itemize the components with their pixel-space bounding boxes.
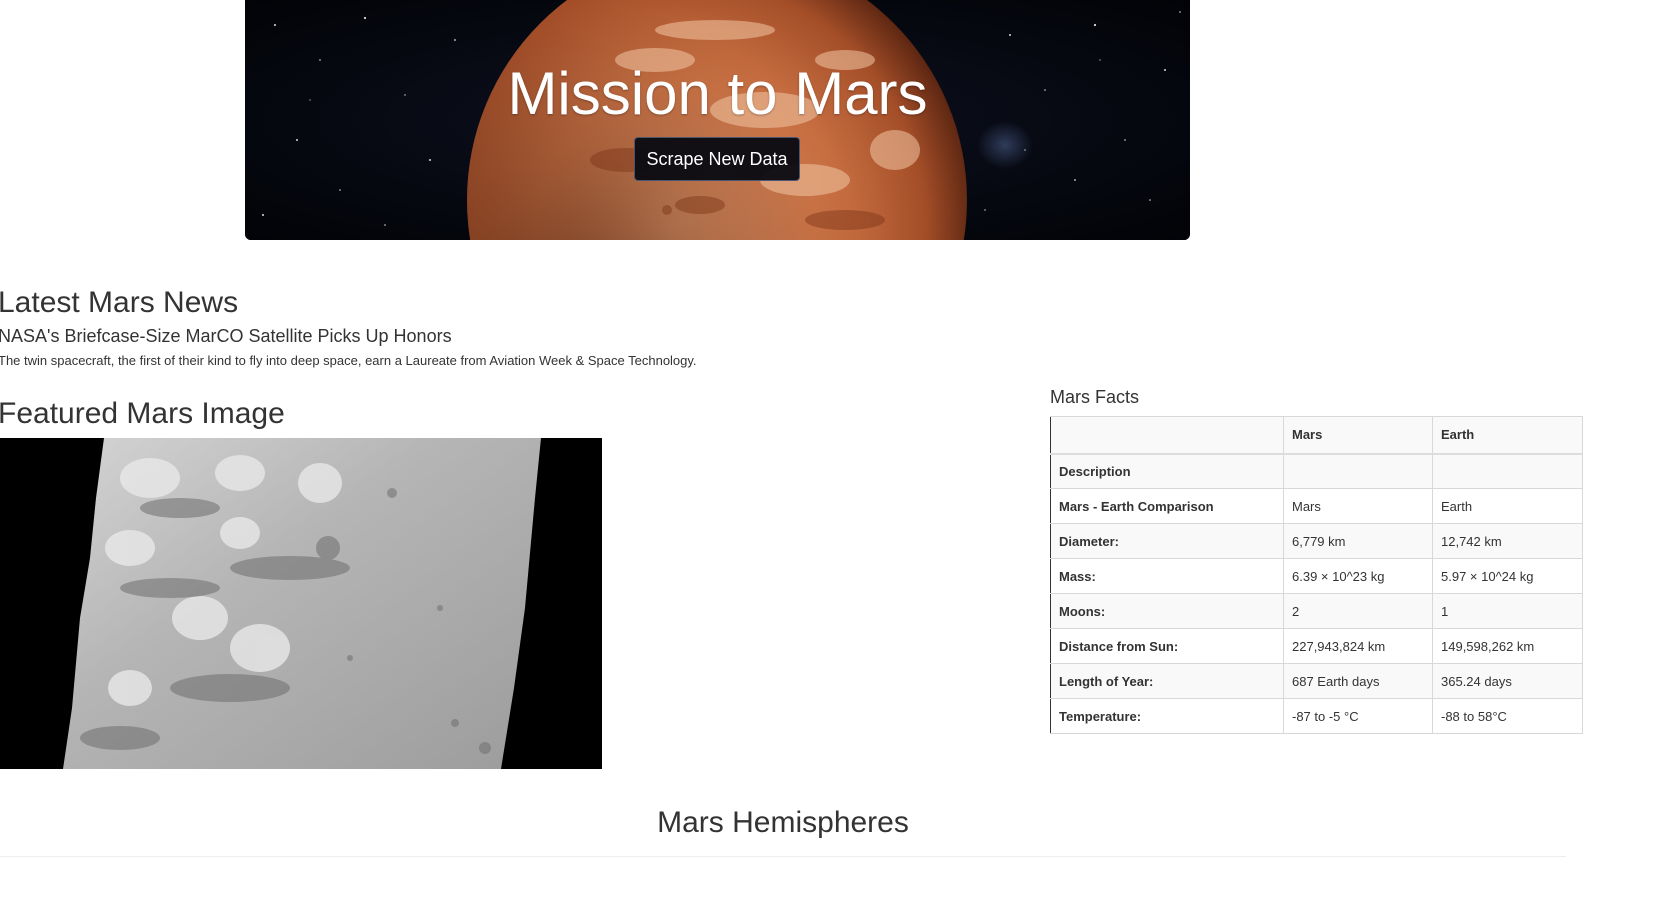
row-label: Diameter: — [1050, 523, 1284, 559]
divider — [0, 856, 1566, 857]
mars-value: 2 — [1283, 593, 1433, 629]
row-label: Description — [1050, 453, 1284, 489]
column-header — [1050, 416, 1284, 455]
earth-value: 1 — [1432, 593, 1583, 629]
mars-value: Mars — [1283, 488, 1433, 524]
mars-value: -87 to -5 °C — [1283, 698, 1433, 734]
hero-banner: Mission to Mars Scrape New Data — [245, 0, 1190, 240]
earth-value — [1432, 453, 1583, 489]
earth-value: 12,742 km — [1432, 523, 1583, 559]
mars-value: 687 Earth days — [1283, 663, 1433, 699]
earth-value: -88 to 58°C — [1432, 698, 1583, 734]
row-label: Mass: — [1050, 558, 1284, 594]
mars-value: 227,943,824 km — [1283, 628, 1433, 664]
page-title: Mission to Mars — [507, 60, 928, 127]
table-row: Length of Year: 687 Earth days 365.24 da… — [1050, 663, 1583, 699]
column-header: Earth — [1432, 416, 1583, 455]
earth-value: 149,598,262 km — [1432, 628, 1583, 664]
table-row: Moons: 2 1 — [1050, 593, 1583, 629]
earth-value: 5.97 × 10^24 kg — [1432, 558, 1583, 594]
mars-facts-heading: Mars Facts — [1050, 387, 1140, 407]
page: Mission to Mars Scrape New Data Latest M… — [0, 0, 1659, 919]
news-title: NASA's Briefcase-Size MarCO Satellite Pi… — [0, 326, 452, 346]
row-label: Temperature: — [1050, 698, 1284, 734]
mars-surface-image — [0, 438, 602, 769]
featured-image-heading: Featured Mars Image — [0, 397, 285, 430]
column-header: Mars — [1283, 416, 1433, 455]
table-header-row: Mars Earth — [1050, 416, 1583, 455]
mars-value: 6.39 × 10^23 kg — [1283, 558, 1433, 594]
table-row: Mass: 6.39 × 10^23 kg 5.97 × 10^24 kg — [1050, 558, 1583, 594]
scrape-new-data-button[interactable]: Scrape New Data — [634, 137, 800, 181]
featured-mars-image — [0, 438, 602, 769]
mars-value: 6,779 km — [1283, 523, 1433, 559]
row-label: Mars - Earth Comparison — [1050, 488, 1284, 524]
earth-value: Earth — [1432, 488, 1583, 524]
table-row: Description — [1050, 453, 1583, 489]
mars-value — [1283, 453, 1433, 489]
mars-facts-table: Mars Earth Description Mars - Earth Comp… — [1050, 416, 1583, 734]
row-label: Distance from Sun: — [1050, 628, 1284, 664]
row-label: Length of Year: — [1050, 663, 1284, 699]
table-row: Temperature: -87 to -5 °C -88 to 58°C — [1050, 698, 1583, 734]
table-row: Diameter: 6,779 km 12,742 km — [1050, 523, 1583, 559]
hemispheres-heading: Mars Hemispheres — [657, 806, 909, 839]
table-row: Distance from Sun: 227,943,824 km 149,59… — [1050, 628, 1583, 664]
table-row: Mars - Earth Comparison Mars Earth — [1050, 488, 1583, 524]
news-heading: Latest Mars News — [0, 286, 239, 319]
news-teaser: The twin spacecraft, the first of their … — [0, 353, 697, 368]
row-label: Moons: — [1050, 593, 1284, 629]
earth-value: 365.24 days — [1432, 663, 1583, 699]
